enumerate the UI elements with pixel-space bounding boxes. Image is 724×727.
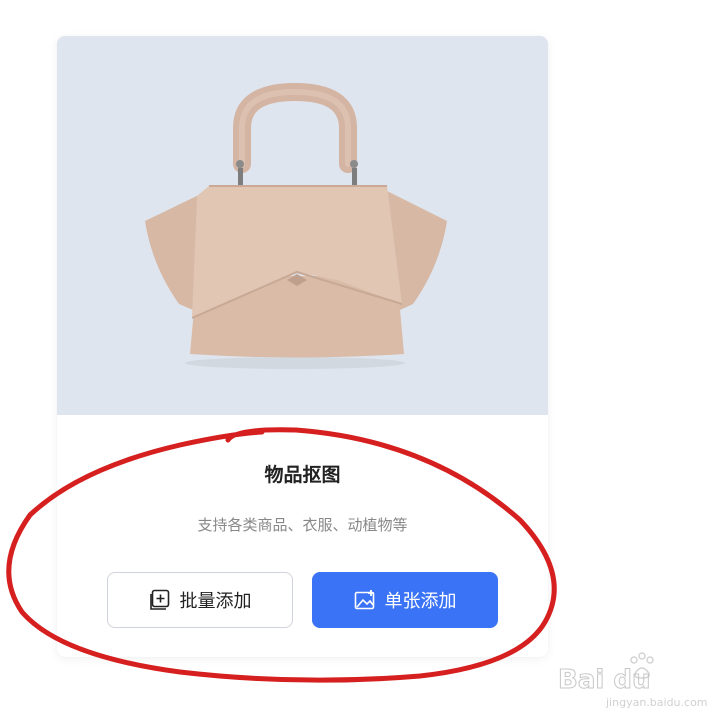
card-subtitle: 支持各类商品、衣服、动植物等 xyxy=(197,516,408,534)
product-cutout-card: 物品抠图 支持各类商品、衣服、动植物等 批量添加 单张添加 xyxy=(57,36,548,657)
batch-add-button[interactable]: 批量添加 xyxy=(107,572,293,628)
handbag-image xyxy=(145,82,447,369)
image-add-icon xyxy=(354,589,376,611)
handbag-hero-image xyxy=(57,36,548,415)
svg-text:Bai du: Bai du xyxy=(558,665,650,695)
single-add-button[interactable]: 单张添加 xyxy=(312,572,498,628)
batch-add-label: 批量添加 xyxy=(179,591,252,612)
card-title: 物品抠图 xyxy=(264,464,341,486)
single-add-label: 单张添加 xyxy=(384,591,457,612)
baidu-watermark: Bai du jingyan.baidu.com xyxy=(556,650,716,710)
svg-text:jingyan.baidu.com: jingyan.baidu.com xyxy=(605,696,708,709)
batch-add-icon xyxy=(149,589,171,611)
